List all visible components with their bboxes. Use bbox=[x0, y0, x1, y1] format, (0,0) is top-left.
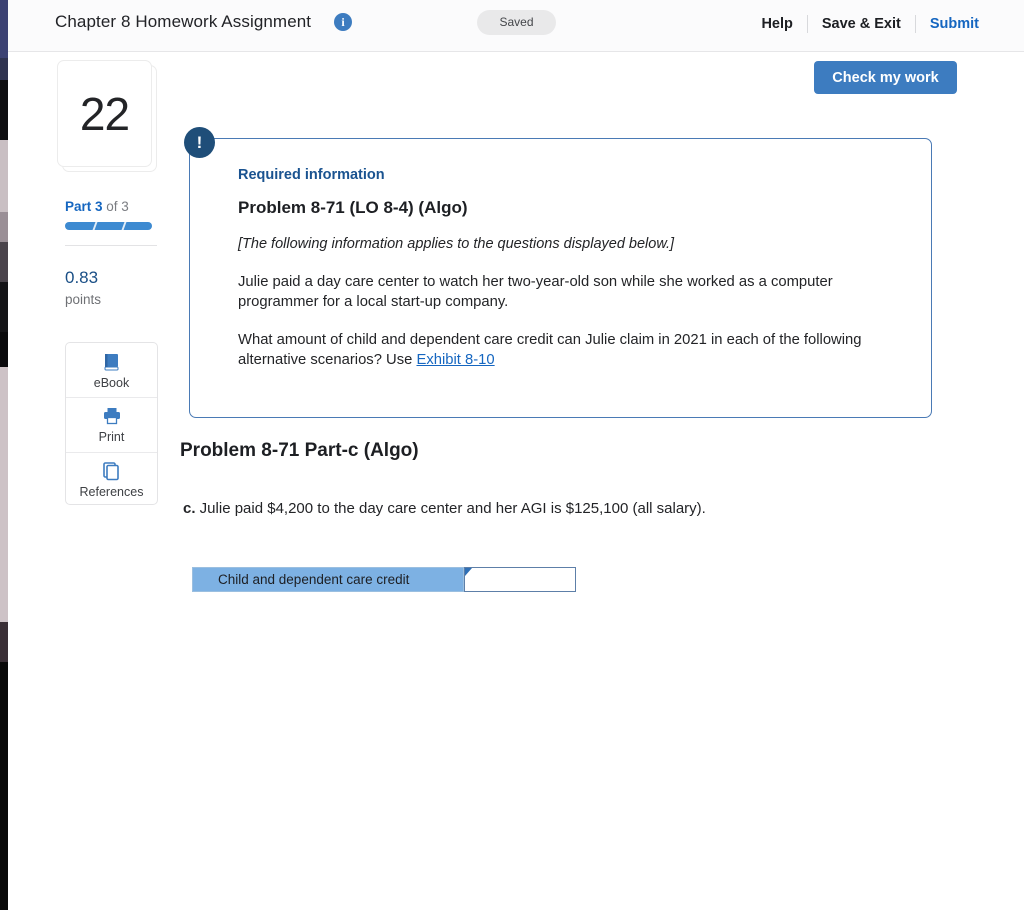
sidebar-item-print[interactable]: Print bbox=[66, 397, 157, 451]
required-information-heading: Required information bbox=[238, 167, 898, 183]
sidebar-divider bbox=[65, 245, 157, 246]
question-prompt-paragraph: What amount of child and dependent care … bbox=[238, 330, 898, 370]
info-circle-icon[interactable]: i bbox=[334, 13, 352, 31]
part-heading: Problem 8-71 Part-c (Algo) bbox=[180, 440, 419, 462]
assignment-page: Chapter 8 Homework Assignment i Saved He… bbox=[8, 0, 1024, 910]
book-icon bbox=[101, 351, 122, 373]
sidebar-item-references[interactable]: References bbox=[66, 452, 157, 505]
problem-title: Problem 8-71 (LO 8-4) (Algo) bbox=[238, 198, 898, 218]
question-number-card: 22 bbox=[57, 60, 157, 172]
app-header: Chapter 8 Homework Assignment i Saved He… bbox=[8, 0, 1024, 52]
question-body: Julie paid $4,200 to the day care center… bbox=[196, 500, 706, 517]
answer-row: Child and dependent care credit bbox=[192, 567, 576, 592]
sidebar-item-label: Print bbox=[99, 430, 125, 444]
sidebar-item-label: References bbox=[80, 485, 144, 499]
progress-segment-divider bbox=[121, 222, 127, 230]
save-and-exit-button[interactable]: Save & Exit bbox=[808, 13, 915, 35]
part-indicator: Part 3 of 3 bbox=[65, 199, 129, 214]
printer-icon bbox=[101, 405, 123, 427]
check-my-work-button[interactable]: Check my work bbox=[814, 61, 957, 94]
sidebar-item-ebook[interactable]: eBook bbox=[66, 343, 157, 397]
exhibit-link[interactable]: Exhibit 8-10 bbox=[416, 352, 494, 368]
page-title: Chapter 8 Homework Assignment bbox=[55, 12, 311, 32]
answer-input-wrapper bbox=[464, 567, 576, 592]
submit-button[interactable]: Submit bbox=[916, 13, 979, 35]
scenario-paragraph: Julie paid a day care center to watch he… bbox=[238, 272, 898, 312]
points-value: 0.83 bbox=[65, 268, 98, 288]
header-actions: Help Save & Exit Submit bbox=[747, 13, 979, 35]
desktop-background-sliver bbox=[0, 0, 8, 910]
pages-stack-icon bbox=[101, 460, 123, 482]
progress-segment-divider bbox=[92, 222, 98, 230]
answer-input[interactable] bbox=[464, 567, 576, 592]
part-current: Part 3 bbox=[65, 199, 103, 214]
question-text: c. Julie paid $4,200 to the day care cen… bbox=[183, 500, 706, 517]
sidebar-tools: eBook Print bbox=[65, 342, 158, 505]
part-total: of 3 bbox=[103, 199, 129, 214]
question-letter: c. bbox=[183, 500, 196, 517]
applies-note: [The following information applies to th… bbox=[238, 236, 898, 252]
points-label: points bbox=[65, 292, 101, 307]
exclamation-circle-icon: ! bbox=[184, 127, 215, 158]
help-button[interactable]: Help bbox=[747, 13, 806, 35]
status-badge-saved: Saved bbox=[477, 10, 556, 35]
answer-row-label: Child and dependent care credit bbox=[192, 567, 464, 592]
required-information-panel: Required information Problem 8-71 (LO 8-… bbox=[189, 138, 932, 418]
question-number-value: 22 bbox=[57, 60, 152, 167]
part-progress-bar bbox=[65, 222, 152, 230]
prompt-text: What amount of child and dependent care … bbox=[238, 332, 862, 368]
sidebar-item-label: eBook bbox=[94, 376, 129, 390]
